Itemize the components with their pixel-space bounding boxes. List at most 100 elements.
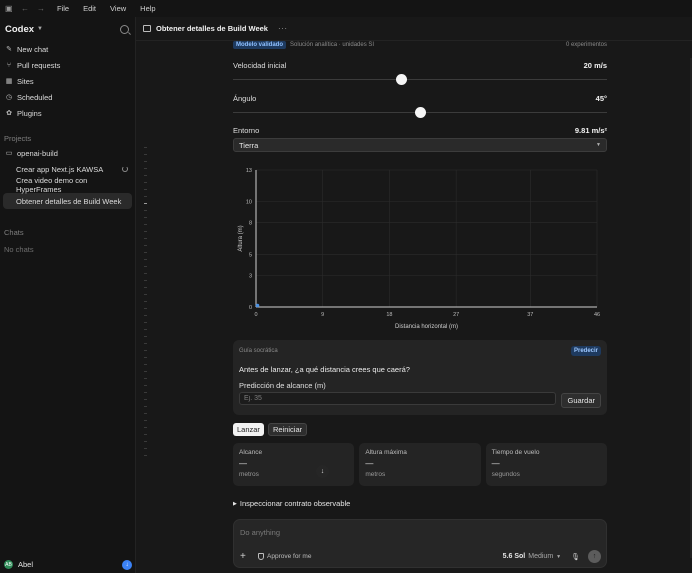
loading-spinner-icon [122, 166, 128, 172]
x-tick-label: 9 [321, 312, 324, 318]
thread-label: Obtener detalles de Build Week [16, 196, 122, 206]
angle-label: Ángulo [233, 94, 257, 103]
sidebar-item-scheduled[interactable]: ◷ Scheduled [0, 89, 135, 105]
inspect-label: Inspeccionar contrato observable [239, 499, 351, 508]
stat-value: — [239, 459, 247, 468]
x-axis-label: Distancia horizontal (m) [395, 324, 458, 330]
stat-unit: segundos [491, 471, 520, 478]
caret-right-icon: ▶ [233, 500, 237, 507]
conversation-minimap[interactable] [144, 147, 147, 462]
angle-value: 45° [595, 94, 607, 103]
y-tick-label: 13 [246, 168, 252, 174]
projects-heading: Projects [4, 133, 32, 143]
sidebar-item-new-chat[interactable]: ✎ New chat [0, 41, 135, 57]
stat-card-max-height: Altura máxima — metros [359, 443, 481, 486]
sidebar-item-sites[interactable]: ▦ Sites [0, 73, 135, 89]
sidebar-item-label: Sites [17, 76, 34, 86]
folder-icon: ▭ [5, 150, 13, 157]
y-axis-label: Altura (m) [238, 225, 244, 251]
clock-icon: ◷ [5, 94, 13, 101]
reset-button[interactable]: Reiniciar [267, 423, 308, 436]
x-tick-label: 46 [594, 312, 600, 318]
save-button[interactable]: Guardar [561, 393, 601, 408]
download-icon[interactable]: ↓ [122, 559, 132, 570]
stat-card-flight-time: Tiempo de vuelo — segundos [485, 443, 607, 486]
menu-file[interactable]: File [57, 4, 69, 13]
project-name: openai-build [17, 148, 58, 158]
thread-label: Crea video demo con HyperFrames [16, 176, 88, 194]
composer-input[interactable]: Do anything [240, 528, 280, 537]
project-folder[interactable]: ▭ openai-build [0, 145, 135, 161]
thread-item-active[interactable]: Obtener detalles de Build Week [3, 193, 132, 209]
y-tick-label: 0 [249, 305, 252, 311]
experiment-count: 0 experimentos [565, 41, 607, 48]
sidebar: Codex ▼ ✎ New chat ⑂ Pull requests ▦ Sit… [0, 17, 136, 573]
chart-svg: 0 9 18 27 37 46 0 3 5 8 10 13 Distancia horizontal (… [238, 168, 600, 330]
environment-selected: Tierra [239, 140, 259, 150]
slider-thumb[interactable] [415, 107, 426, 118]
angle-slider[interactable] [233, 106, 607, 118]
reasoning-effort: Medium [528, 553, 554, 560]
approval-mode-button[interactable]: Approve for me [258, 553, 311, 560]
gravity-value: 9.81 m/s² [574, 126, 607, 135]
title-bar: ▣ ← → File Edit View Help [0, 0, 692, 17]
prediction-input[interactable] [239, 392, 557, 405]
brand-switcher[interactable]: Codex ▼ [5, 24, 43, 35]
guide-label: Guía socrática [239, 348, 278, 354]
socratic-guide-card: Guía socrática Predecir Antes de lanzar,… [233, 340, 607, 415]
velocity-slider[interactable] [233, 73, 607, 85]
chats-heading: Chats [4, 227, 24, 237]
x-tick-label: 27 [453, 312, 459, 318]
more-options-button[interactable]: ··· [278, 24, 288, 33]
composer[interactable]: Do anything + Approve for me 5.6 Sol Med… [233, 519, 607, 568]
chevron-down-icon: ▼ [556, 553, 562, 560]
compose-icon: ✎ [6, 46, 12, 53]
chat-icon [143, 25, 151, 32]
model-name: 5.6 Sol [502, 553, 526, 560]
environment-select[interactable]: Tierra ▼ [233, 138, 607, 152]
y-tick-label: 3 [249, 273, 252, 279]
validated-badge: Modelo validado [233, 40, 287, 49]
model-subtitle: Solución analítica · unidades SI [290, 41, 375, 48]
sidebar-item-plugins[interactable]: ✿ Plugins [0, 105, 135, 121]
chevron-down-icon: ▼ [37, 26, 43, 32]
menu-edit[interactable]: Edit [83, 4, 96, 13]
model-selector[interactable]: 5.6 Sol Medium ▼ [503, 553, 561, 560]
chevron-down-icon: ▼ [596, 142, 601, 148]
arrow-down-icon: ↓ [320, 468, 325, 475]
plugin-icon: ✿ [6, 110, 12, 117]
stat-unit: metros [365, 471, 386, 478]
main-panel: Obtener detalles de Build Week ··· Model… [136, 17, 692, 573]
sidebar-item-label: Plugins [17, 108, 42, 118]
x-tick-label: 18 [386, 312, 392, 318]
launch-button[interactable]: Lanzar [233, 423, 264, 436]
sidebar-toggle-icon[interactable]: ▣ [5, 4, 13, 13]
user-profile[interactable]: AB Abel [4, 560, 33, 569]
microphone-icon[interactable]: 🎙 [571, 553, 580, 561]
simulation-widget: Modelo validado Solución analítica · uni… [233, 39, 607, 508]
stat-unit: metros [239, 471, 259, 478]
velocity-value: 20 m/s [583, 61, 607, 70]
stat-title: Alcance [239, 449, 263, 456]
guide-question: Antes de lanzar, ¿a qué distancia crees … [239, 365, 410, 374]
back-arrow-icon[interactable]: ← [21, 4, 29, 13]
sidebar-item-pull-requests[interactable]: ⑂ Pull requests [0, 57, 135, 73]
add-attachment-icon[interactable]: + [240, 551, 250, 562]
pull-request-icon: ⑂ [6, 61, 12, 69]
send-button[interactable]: ↑ [588, 550, 601, 563]
inspect-contract-toggle[interactable]: ▶ Inspeccionar contrato observable [233, 499, 607, 508]
approval-label: Approve for me [267, 553, 312, 560]
forward-arrow-icon[interactable]: → [37, 4, 45, 13]
stat-title: Tiempo de vuelo [491, 449, 540, 456]
avatar: AB [4, 560, 13, 569]
thread-item[interactable]: Crea video demo con HyperFrames [0, 176, 135, 194]
search-icon[interactable] [120, 24, 129, 34]
menu-view[interactable]: View [110, 4, 126, 13]
user-name: Abel [18, 560, 34, 569]
slider-thumb[interactable] [396, 74, 408, 85]
menu-help[interactable]: Help [140, 4, 155, 13]
scroll-down-button[interactable]: ↓ [316, 465, 329, 478]
slider-track[interactable] [233, 79, 607, 80]
thread-item[interactable]: Crear app Next.js KAWSA [0, 161, 135, 177]
brand-name: Codex [5, 23, 35, 35]
